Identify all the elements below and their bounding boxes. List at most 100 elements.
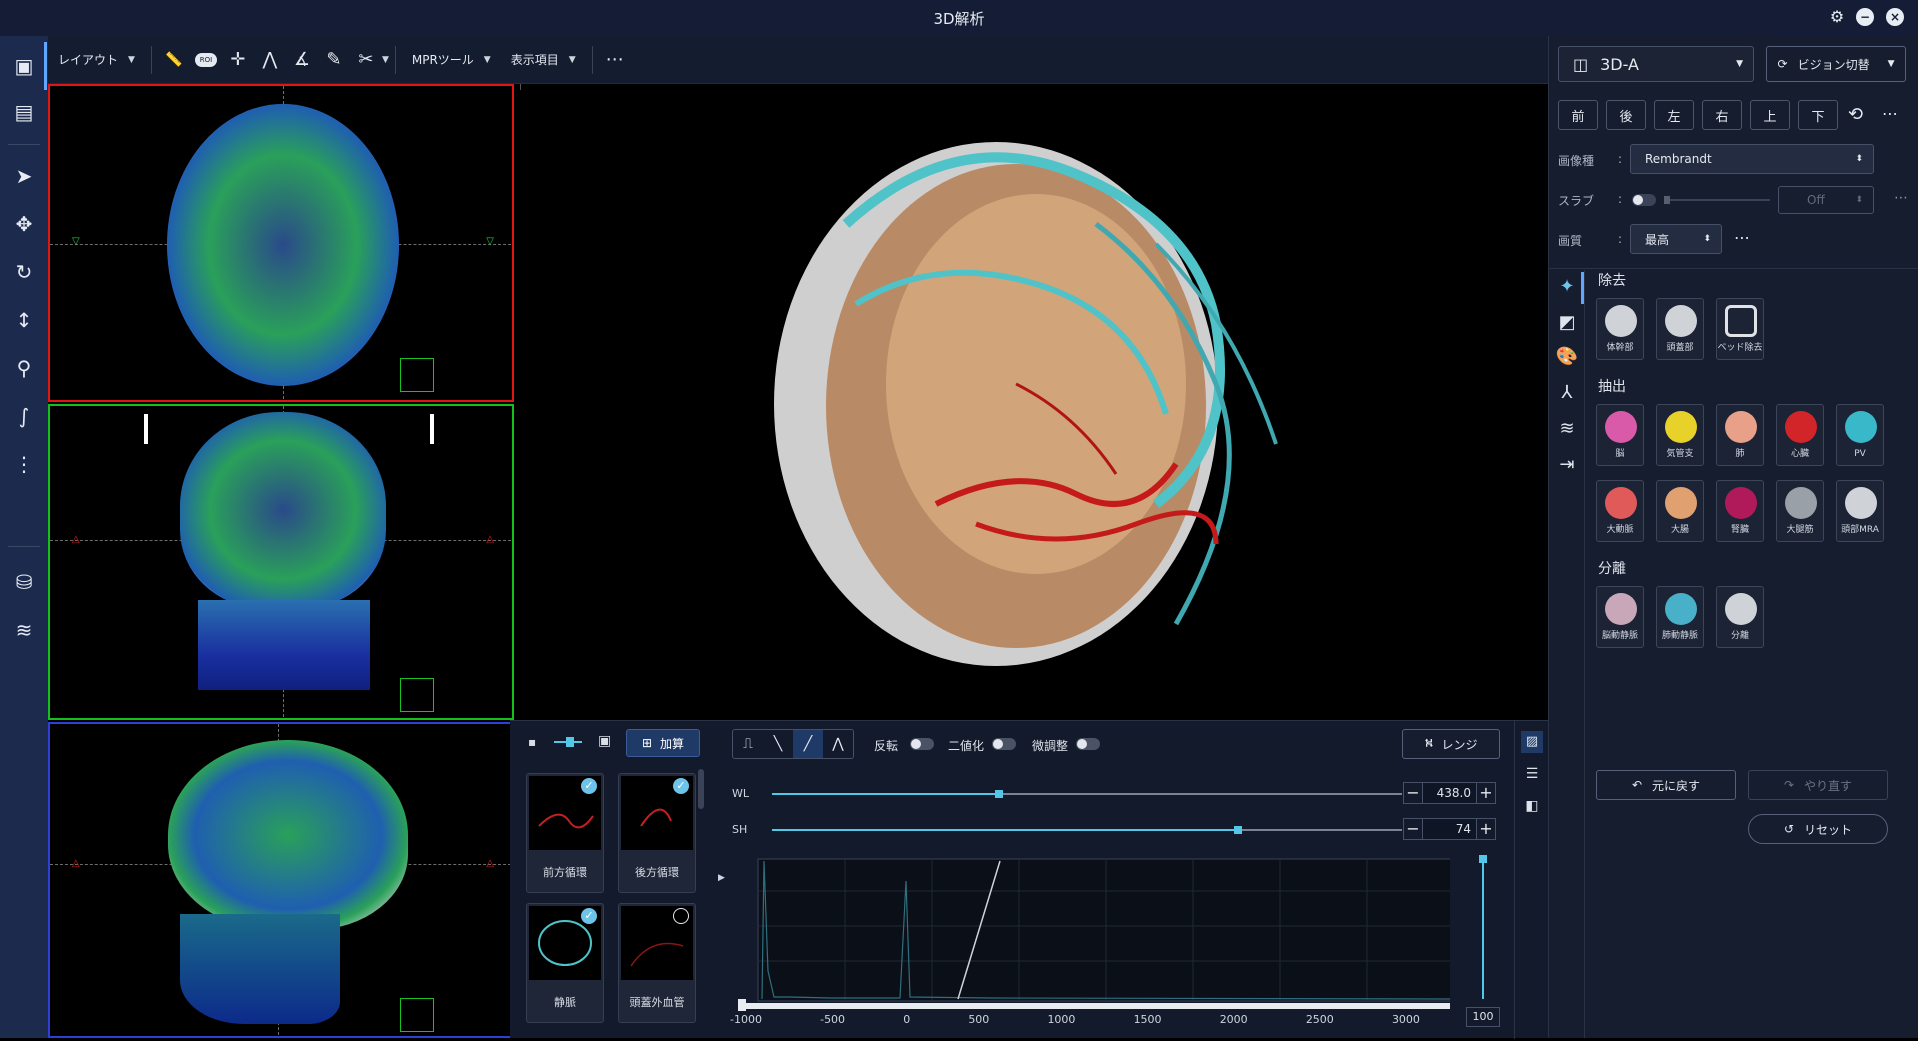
checked-icon[interactable]: ✓ <box>581 778 597 794</box>
extract-tile[interactable]: 心臓 <box>1776 404 1824 466</box>
more-horizontal-icon[interactable]: ⋯ <box>1882 104 1898 123</box>
direction-front-button[interactable]: 前 <box>1558 100 1598 130</box>
slab-toggle[interactable] <box>1632 194 1656 206</box>
wl-slider-knob[interactable] <box>994 790 1003 798</box>
preset-thumbnail[interactable]: ✓ 静脈 <box>526 903 604 1023</box>
export-icon[interactable]: ⇥ <box>1554 452 1580 478</box>
shapes-icon[interactable]: ◩ <box>1554 310 1580 336</box>
pan-icon[interactable]: ✥ <box>10 210 38 238</box>
peak-curve-icon[interactable]: ⎍ <box>733 730 763 758</box>
freehand-icon[interactable]: ✎ <box>318 36 350 84</box>
invert-toggle[interactable] <box>910 738 934 750</box>
compare-icon[interactable]: ◧ <box>1521 795 1543 817</box>
reset-button[interactable]: ↺ リセット <box>1748 814 1888 844</box>
thumb-size-knob[interactable] <box>566 737 574 747</box>
sh-decrement-button[interactable]: − <box>1403 818 1423 840</box>
scroll-icon[interactable]: ↕ <box>10 306 38 334</box>
extract-tile[interactable]: 大動脈 <box>1596 480 1644 542</box>
ascending-curve-icon[interactable]: ╱ <box>793 730 823 758</box>
image-type-select[interactable]: Rembrandt ⬍ <box>1630 144 1874 174</box>
wl-decrement-button[interactable]: − <box>1403 782 1423 804</box>
slab-slider-knob[interactable] <box>1664 196 1670 204</box>
axial-viewport[interactable]: ▽ ▽ <box>48 84 514 402</box>
small-image-icon[interactable]: ▪ <box>528 735 536 749</box>
clipboard-icon[interactable]: ▤ <box>10 98 38 126</box>
triangle-curve-icon[interactable]: ⋀ <box>823 730 853 758</box>
direction-top-button[interactable]: 上 <box>1750 100 1790 130</box>
adjust-icon[interactable]: ☰ <box>1521 763 1543 785</box>
histogram-view-icon[interactable]: ▨ <box>1521 731 1543 753</box>
slab-value-select[interactable]: Off ⬍ <box>1778 186 1874 214</box>
thumbnail-scrollbar[interactable] <box>698 769 704 809</box>
large-image-icon[interactable]: ▣ <box>598 733 611 749</box>
separate-tile[interactable]: 分離 <box>1716 586 1764 648</box>
range-button[interactable]: ⛕ レンジ <box>1402 729 1500 759</box>
coronal-viewport[interactable]: △ △ <box>48 404 514 720</box>
sh-increment-button[interactable]: + <box>1476 818 1496 840</box>
more-horizontal-icon[interactable]: ⋯ <box>1894 190 1908 206</box>
preset-thumbnail[interactable]: ✓ 前方循環 <box>526 773 604 893</box>
removal-tile[interactable]: 体幹部 <box>1596 298 1644 360</box>
extract-tile[interactable]: 大腿筋 <box>1776 480 1824 542</box>
layers-add-icon[interactable]: ≋ <box>10 616 38 644</box>
wl-value-input[interactable]: 438.0 <box>1422 782 1478 804</box>
separate-tile[interactable]: 脳動静脈 <box>1596 586 1644 648</box>
extract-tile[interactable]: 頭部MRA <box>1836 480 1884 542</box>
separate-tile[interactable]: 肺動静脈 <box>1656 586 1704 648</box>
more-horizontal-icon[interactable]: ⋯ <box>1734 228 1750 247</box>
tools-icon[interactable]: ✂ <box>350 36 382 84</box>
profile-icon[interactable]: ⋀ <box>254 36 286 84</box>
direction-right-button[interactable]: 右 <box>1702 100 1742 130</box>
preset-thumbnail[interactable]: ✓ 後方循環 <box>618 773 696 893</box>
opacity-slider-track[interactable] <box>1482 859 1484 999</box>
removal-tile[interactable]: 頭蓋部 <box>1656 298 1704 360</box>
point-icon[interactable]: ✛ <box>222 36 254 84</box>
pointer-icon[interactable]: ➤ <box>10 162 38 190</box>
direction-left-button[interactable]: 左 <box>1654 100 1694 130</box>
redo-button[interactable]: ↷ やり直す <box>1748 770 1888 800</box>
curve-icon[interactable]: ∫ <box>10 402 38 430</box>
magic-wand-icon[interactable]: ✦ <box>1554 274 1580 300</box>
layout-menu[interactable]: レイアウト ▼ <box>48 36 145 84</box>
preset-thumbnail[interactable]: 頭蓋外血管 <box>618 903 696 1023</box>
close-icon[interactable]: × <box>1886 8 1904 26</box>
opacity-slider-knob[interactable] <box>1479 855 1487 863</box>
more-vertical-icon[interactable]: ⋮ <box>10 450 38 478</box>
extract-tile[interactable]: PV <box>1836 404 1884 466</box>
add-mode-button[interactable]: ⊞ 加算 <box>626 729 700 757</box>
database-add-icon[interactable]: ⛁ <box>10 568 38 596</box>
extract-tile[interactable]: 脳 <box>1596 404 1644 466</box>
wl-increment-button[interactable]: + <box>1476 782 1496 804</box>
fine-adjust-toggle[interactable] <box>1076 738 1100 750</box>
undo-button[interactable]: ↶ 元に戻す <box>1596 770 1736 800</box>
vision-switch-button[interactable]: ⟳ ビジョン切替 ▼ <box>1766 46 1906 82</box>
expand-arrow-icon[interactable]: ▶ <box>718 873 725 883</box>
checked-icon[interactable]: ✓ <box>673 778 689 794</box>
quality-select[interactable]: 最高 ⬍ <box>1630 224 1722 254</box>
mpr-tool-menu[interactable]: MPRツール ▼ <box>402 36 501 84</box>
palette-icon[interactable]: 🎨 <box>1554 344 1580 370</box>
minimize-icon[interactable]: − <box>1856 8 1874 26</box>
sh-value-input[interactable]: 74 <box>1422 818 1478 840</box>
ruler-2d-icon[interactable]: 📏 <box>158 36 190 84</box>
removal-tile[interactable]: ベッド除去 <box>1716 298 1764 360</box>
view-select[interactable]: ◫ 3D-A ▼ <box>1558 46 1754 82</box>
angle-icon[interactable]: ∡ <box>286 36 318 84</box>
opacity-max-value[interactable]: 100 <box>1466 1007 1500 1027</box>
extract-tile[interactable]: 肺 <box>1716 404 1764 466</box>
unchecked-icon[interactable] <box>673 908 689 924</box>
more-horizontal-icon[interactable]: ⋯ <box>599 36 631 84</box>
direction-bottom-button[interactable]: 下 <box>1798 100 1838 130</box>
chevron-down-icon[interactable]: ▼ <box>382 55 389 65</box>
body-icon[interactable]: ⅄ <box>1554 380 1580 406</box>
cube-view-icon[interactable]: ▣ <box>10 52 38 80</box>
checked-icon[interactable]: ✓ <box>581 908 597 924</box>
sh-slider-knob[interactable] <box>1234 826 1243 834</box>
roi-icon[interactable]: ROI <box>190 36 222 84</box>
zoom-icon[interactable]: ⚲ <box>10 354 38 382</box>
rotate-icon[interactable]: ↻ <box>10 258 38 286</box>
direction-back-button[interactable]: 後 <box>1606 100 1646 130</box>
volume-render-viewport[interactable] <box>516 84 1548 720</box>
binarize-toggle[interactable] <box>992 738 1016 750</box>
extract-tile[interactable]: 大腸 <box>1656 480 1704 542</box>
